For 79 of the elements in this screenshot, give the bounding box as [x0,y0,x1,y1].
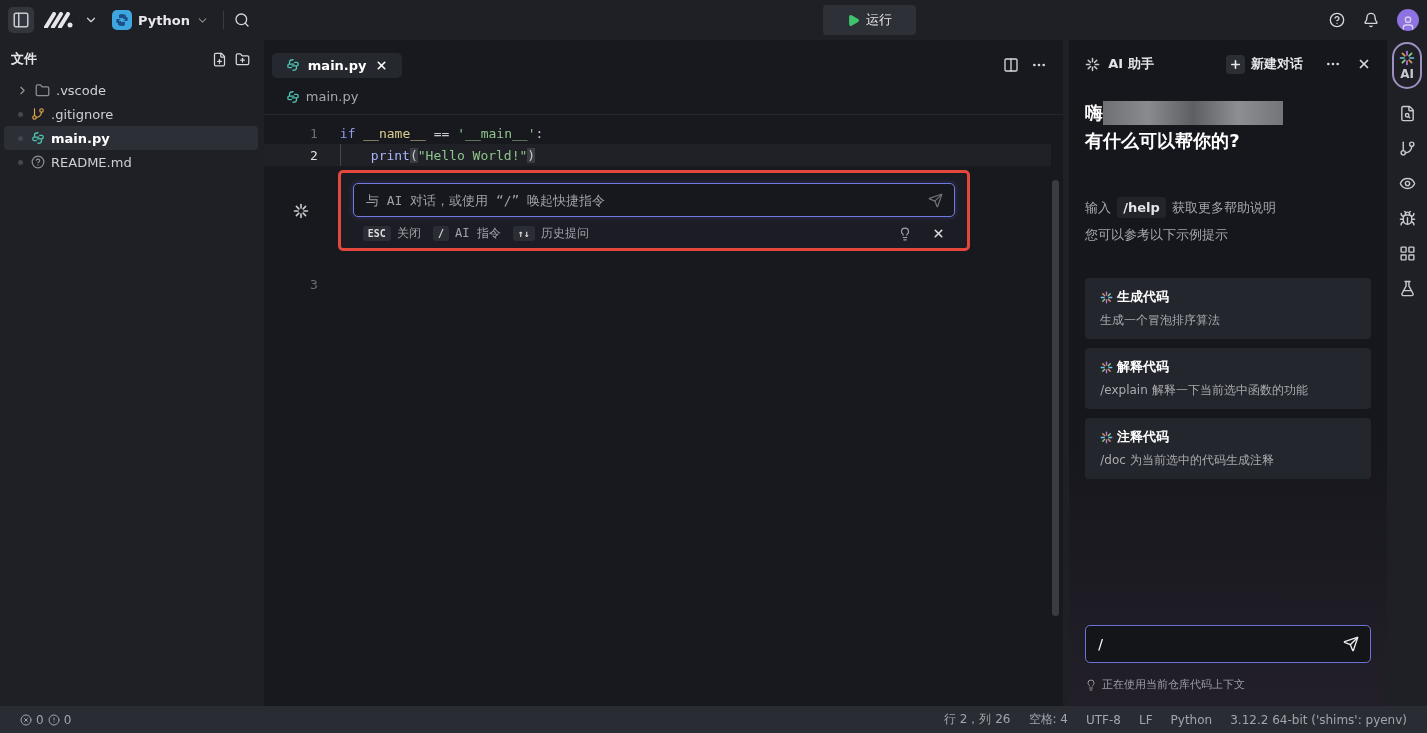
python-logo [112,10,132,30]
python-file-icon [285,89,300,104]
file-item[interactable]: README.md [4,150,258,174]
avatar[interactable] [1397,9,1419,31]
error-count[interactable]: 0 [36,712,44,727]
lightbulb-icon [1085,678,1098,691]
prompt-card[interactable]: 注释代码 /doc 为当前选中的代码生成注释 [1085,418,1372,479]
sidebar-toggle[interactable] [8,7,34,33]
key-hint: ESC [362,226,391,241]
hint-label: AI 指令 [454,225,501,242]
file-item[interactable]: .gitignore [4,102,258,126]
prompt-card[interactable]: 生成代码 生成一个冒泡排序算法 [1085,278,1372,339]
key-hint: / [432,226,449,241]
error-icon[interactable] [20,713,32,726]
code-text: if __name__ == '__main__': [339,124,544,143]
brand-logo [44,12,74,28]
line-number: 1 [309,125,318,141]
bug-icon [1398,210,1416,227]
code-text: print("Hello World!") [339,144,536,166]
help-suffix: 获取更多帮助说明 [1171,198,1276,217]
split-editor-icon[interactable] [1003,57,1020,73]
status-item[interactable]: 空格: 4 [1028,711,1068,728]
bell-icon[interactable] [1363,12,1379,28]
project-selector[interactable]: Python [108,8,213,32]
line-number: 3 [309,276,318,292]
python-file-icon [285,58,300,72]
grid-icon [1398,245,1416,262]
status-item[interactable]: 行 2，列 26 [943,711,1011,728]
editor-tab[interactable]: main.py [271,52,402,78]
prompt-card[interactable]: 解释代码 /explain 解释一下当前选中函数的功能 [1085,348,1372,409]
status-item[interactable]: UTF-8 [1086,712,1121,727]
new-chat-button[interactable]: 新建对话 [1226,54,1304,74]
close-icon[interactable] [374,58,388,72]
sparkle-icon [1100,360,1114,374]
sparkle-icon [1100,290,1114,304]
key-hint: ↑↓ [512,226,535,241]
panel-title: AI 助手 [1108,55,1154,73]
line-number: 2 [309,147,318,163]
greeting-question: 有什么可以帮你的? [1085,129,1241,153]
close-icon[interactable] [931,227,945,240]
example-hint: 您可以参考以下示例提示 [1085,226,1230,244]
eye-icon [1398,175,1416,192]
explorer-title: 文件 [11,50,37,68]
chat-input[interactable]: 与 AI 对话，或使用 “/” 唤起快捷指令 [352,183,955,217]
branch-icon [1398,140,1416,157]
new-folder-icon[interactable] [234,51,250,67]
sparkle-icon [292,202,309,219]
breadcrumb[interactable]: main.py [305,89,359,104]
file-item[interactable]: .vscode [4,78,258,102]
status-item[interactable]: LF [1139,712,1153,727]
sparkle-icon [1100,430,1114,444]
activity-button[interactable]: AI [1392,42,1422,89]
python-file-icon [31,131,45,145]
help-circle-icon [31,155,45,169]
status-item[interactable]: 3.12.2 64-bit ('shims': pyenv) [1230,712,1407,727]
help-command: /help [1117,197,1166,218]
folder-icon [35,82,50,98]
file-item[interactable]: main.py [4,126,258,150]
greeting: 嗨 [1085,101,1104,125]
hint-label: 历史提问 [540,225,589,242]
hint-label: 关闭 [396,225,421,242]
file-search-icon [1398,105,1416,122]
help-icon[interactable] [1329,12,1345,28]
new-file-icon[interactable] [211,51,227,67]
warning-count[interactable]: 0 [63,712,72,727]
sparkle-icon [1085,56,1101,72]
status-item[interactable]: Python [1170,712,1213,727]
search-icon[interactable] [233,12,250,28]
scrollbar[interactable] [1052,180,1060,616]
branch-icon [31,107,45,121]
sparkle-icon [1399,50,1415,66]
chat-input[interactable]: / [1085,625,1372,663]
help-prefix: 输入 [1085,198,1112,217]
play-icon [846,13,860,27]
plus-icon [1229,57,1243,71]
context-note: 正在使用当前仓库代码上下文 [1102,677,1246,692]
run-button[interactable]: 运行 [822,5,916,35]
warning-icon[interactable] [47,713,60,726]
flask-icon [1398,280,1416,297]
